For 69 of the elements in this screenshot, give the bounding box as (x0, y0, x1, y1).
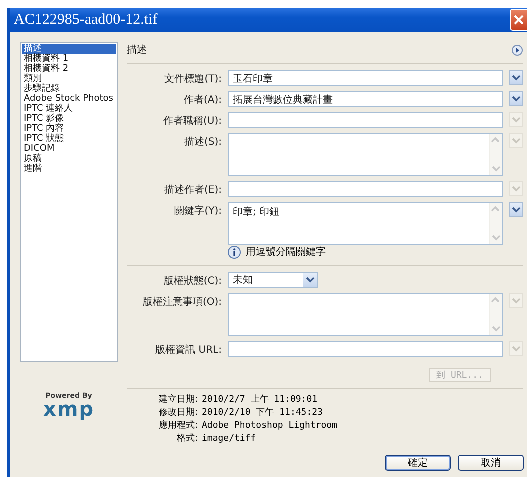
hint-text: 用逗號分隔關鍵字 (246, 246, 326, 259)
info-label: 建立日期: (158, 395, 198, 406)
scrollbar[interactable] (489, 134, 502, 175)
list-item[interactable]: IPTC 影像 (22, 114, 116, 124)
close-icon (514, 15, 524, 25)
info-value: 2010/2/7 上午 11:09:01 (202, 395, 319, 406)
text-field[interactable] (228, 181, 503, 197)
window-title: AC122985-aad00-12.tif (13, 12, 158, 28)
chevron-icon (512, 346, 520, 352)
list-item[interactable]: 類別 (22, 74, 116, 84)
play-circle-icon[interactable] (512, 44, 523, 56)
field-label: 描述(S): (183, 136, 222, 149)
info-label: 應用程式: (158, 421, 198, 432)
list-item[interactable]: DICOM (22, 144, 116, 154)
text-field[interactable] (228, 112, 503, 128)
list-item[interactable]: 進階 (22, 164, 116, 174)
dropdown-menu-button[interactable] (509, 70, 523, 85)
dialog-button[interactable]: 取消 (458, 455, 524, 471)
info-label: 格式: (176, 434, 198, 445)
chevron-icon (512, 116, 520, 122)
chevron-icon (492, 326, 500, 332)
dialog-button[interactable]: 確定 (385, 455, 451, 471)
chevron-icon (492, 235, 500, 241)
list-item[interactable]: IPTC 狀態 (22, 134, 116, 144)
list-item[interactable]: IPTC 內容 (22, 124, 116, 134)
chevron-icon (492, 297, 500, 303)
text-area[interactable] (228, 133, 503, 176)
text-field[interactable]: 玉石印章 (228, 70, 503, 86)
chevron-icon (492, 166, 500, 172)
text-area[interactable]: 印章; 印鈕 (228, 202, 503, 245)
chevron-icon (512, 96, 520, 102)
list-item[interactable]: 描述 (22, 44, 116, 54)
list-item[interactable]: 相機資料 2 (22, 64, 116, 74)
field-label: 描述作者(E): (164, 184, 222, 197)
scrollbar[interactable] (489, 294, 502, 335)
scrollbar[interactable] (489, 203, 502, 244)
info-value: 2010/2/10 下午 11:45:23 (202, 408, 324, 419)
info-icon (228, 246, 241, 258)
chevron-icon (492, 206, 500, 212)
dropdown-select[interactable]: 未知 (228, 272, 318, 288)
list-item[interactable]: IPTC 連絡人 (22, 104, 116, 114)
field-label: 版權資訊 URL: (154, 344, 222, 357)
list-item[interactable]: Adobe Stock Photos (22, 94, 116, 104)
field-label: 關鍵字(Y): (174, 204, 222, 218)
field-label: 作者職稱(U): (162, 114, 222, 128)
chevron-icon (306, 277, 314, 283)
chevron-icon (492, 137, 500, 143)
text-area[interactable] (228, 293, 503, 336)
chevron-icon (512, 186, 520, 192)
list-item[interactable]: 原稿 (22, 154, 116, 164)
text-field[interactable]: 拓展台灣數位典藏計畫 (228, 91, 503, 107)
chevron-icon (512, 138, 520, 144)
list-item[interactable]: 步驟記錄 (22, 84, 116, 94)
info-value: Adobe Photoshop Lightroom (202, 421, 338, 432)
close-button[interactable] (510, 9, 527, 31)
field-label: 作者(A): (182, 94, 222, 107)
text-field[interactable] (228, 341, 503, 357)
dropdown-menu-button[interactable] (509, 91, 523, 106)
chevron-icon (512, 298, 520, 304)
info-label: 修改日期: (158, 408, 198, 419)
list-item[interactable]: 相機資料 1 (22, 54, 116, 64)
field-label: 文件標題(T): (164, 72, 222, 86)
panel-title: 描述 (127, 44, 147, 57)
dropdown-menu-button[interactable] (509, 202, 523, 217)
field-label: 版權狀態(C): (162, 274, 222, 288)
chevron-icon (512, 206, 520, 212)
field-label: 版權注意事項(O): (142, 296, 222, 309)
chevron-icon (512, 74, 520, 80)
info-value: image/tiff (202, 434, 258, 445)
